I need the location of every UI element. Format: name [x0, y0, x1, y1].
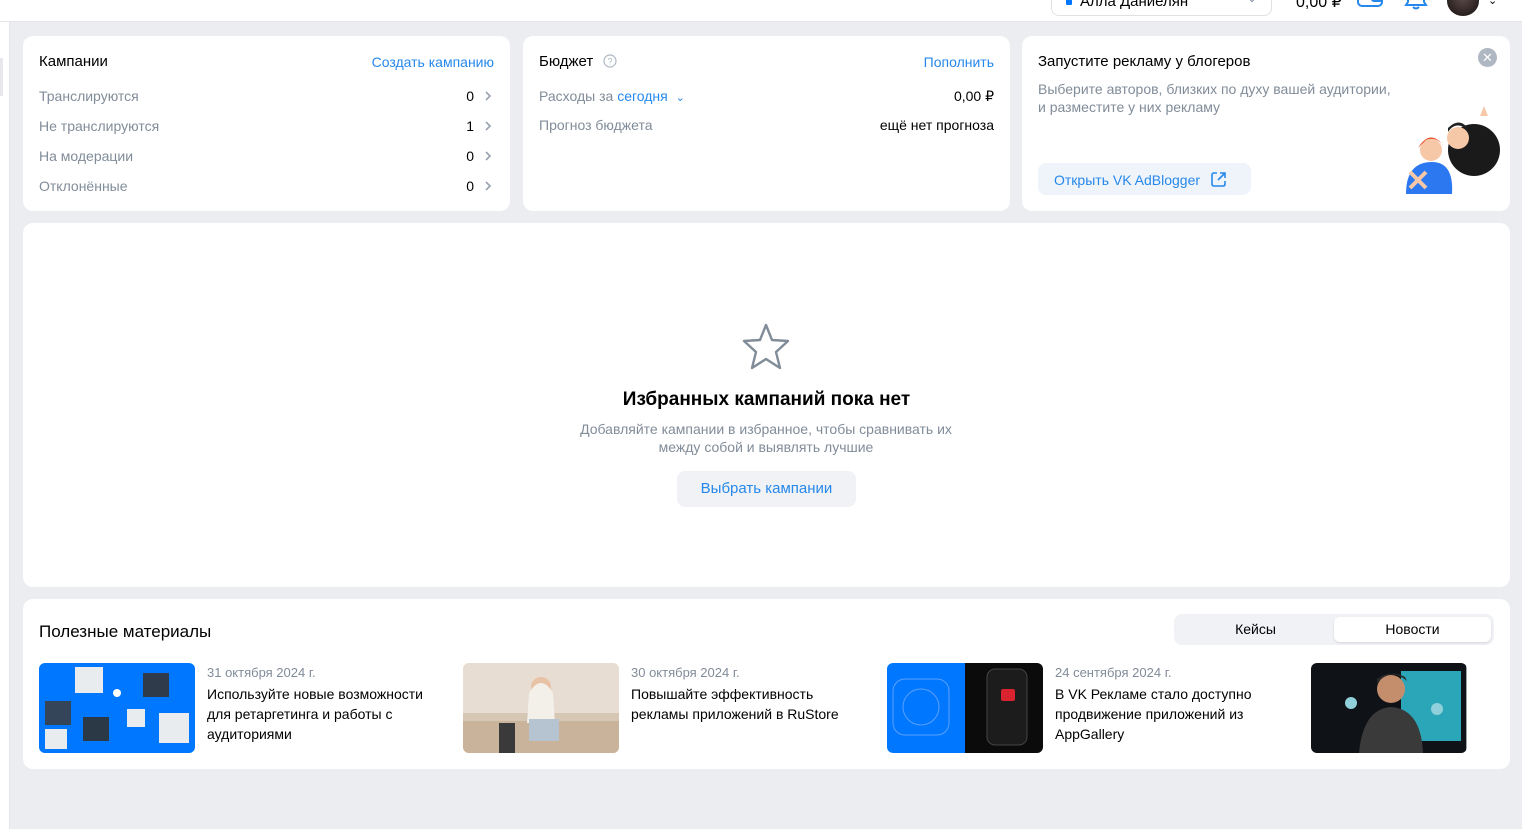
materials-tabs: Кейсы Новости [1174, 614, 1494, 645]
wallet-icon[interactable] [1357, 0, 1383, 12]
status-label: На модерации [39, 148, 134, 164]
news-thumbnail [1311, 663, 1467, 753]
account-selector[interactable]: Алла Даниелян ⌄ [1051, 0, 1272, 16]
star-icon [742, 323, 790, 370]
news-date: 30 октября 2024 г. [631, 665, 740, 680]
favorites-empty-title: Избранных кампаний пока нет [622, 389, 911, 410]
spend-value: 0,00 ₽ [953, 88, 994, 104]
campaign-status-row[interactable]: На модерации 0 [39, 146, 494, 166]
news-thumbnail [463, 663, 619, 753]
open-adblogger-button[interactable]: Открыть VK AdBlogger [1038, 163, 1251, 195]
tab-news[interactable]: Новости [1334, 617, 1491, 642]
favorites-empty-description: Добавляйте кампании в избранное, чтобы с… [560, 420, 972, 456]
materials-title: Полезные материалы [39, 622, 212, 641]
topup-link[interactable]: Пополнить [924, 54, 994, 70]
budget-title: Бюджет ? [539, 53, 618, 70]
forecast-label: Прогноз бюджета [539, 117, 653, 133]
tab-cases[interactable]: Кейсы [1177, 617, 1334, 642]
svg-text:?: ? [608, 57, 613, 67]
forecast-value: ещё нет прогноза [879, 117, 994, 133]
bloggers-line: Выберите авторов, близких по духу вашей … [1038, 81, 1391, 97]
campaign-status-row[interactable]: Не транслируются 1 [39, 116, 494, 136]
chevron-down-icon: ⌄ [675, 92, 685, 104]
news-title: Повышайте эффективность рекламы приложен… [631, 686, 839, 722]
status-count: 0 [466, 178, 474, 194]
header-balance[interactable]: 0,00 ₽ [1296, 0, 1342, 12]
bell-icon[interactable] [1403, 0, 1429, 12]
favorites-card: Избранных кампаний пока нет Добавляйте к… [23, 223, 1510, 587]
status-count: 0 [466, 88, 474, 104]
news-title: Используйте новые возможности для ретарг… [207, 686, 423, 742]
news-title: В VK Рекламе стало доступно продвижение … [1055, 686, 1252, 742]
chevron-down-icon[interactable]: ⌄ [1488, 0, 1497, 7]
chevron-down-icon: ⌄ [1247, 0, 1257, 5]
favorites-line: Добавляйте кампании в избранное, чтобы с… [580, 421, 952, 437]
close-icon[interactable]: ✕ [1478, 48, 1497, 67]
period-value: сегодня [617, 88, 668, 104]
spend-row: Расходы за сегодня ⌄ 0,00 ₽ [539, 88, 994, 104]
status-label: Транслируются [39, 88, 139, 104]
bloggers-illustration [1406, 106, 1500, 194]
status-label: Не транслируются [39, 118, 160, 134]
news-thumbnail [887, 663, 1043, 753]
budget-card: Бюджет ? Пополнить Расходы за сегодня ⌄ … [523, 36, 1010, 211]
top-header: Алла Даниелян ⌄ 0,00 ₽ ⌄ [0, 0, 1522, 22]
favorites-line: между собой и выявлять лучшие [658, 439, 874, 455]
open-adblogger-label: Открыть VK AdBlogger [1054, 172, 1201, 188]
account-dot-icon [1066, 0, 1072, 6]
budget-title-text: Бюджет [539, 53, 594, 70]
news-date: 31 октября 2024 г. [207, 665, 316, 680]
campaigns-card: Кампании Создать кампанию Транслируются … [23, 36, 510, 211]
status-count: 1 [466, 118, 474, 134]
chevron-right-icon [485, 91, 492, 101]
bloggers-title: Запустите рекламу у блогеров [1038, 53, 1251, 70]
sidebar-item[interactable] [0, 58, 3, 96]
bloggers-line: и разместите у них рекламу [1038, 99, 1221, 115]
chevron-right-icon [485, 151, 492, 161]
status-label: Отклонённые [39, 178, 128, 194]
left-sidebar [0, 22, 10, 829]
campaigns-title: Кампании [39, 53, 108, 70]
status-count: 0 [466, 148, 474, 164]
create-campaign-link[interactable]: Создать кампанию [372, 54, 494, 70]
forecast-row: Прогноз бюджета ещё нет прогноза [539, 117, 994, 133]
news-thumbnail [39, 663, 195, 753]
spend-label: Расходы за [539, 88, 614, 104]
choose-campaigns-button[interactable]: Выбрать кампании [677, 471, 856, 507]
account-name: Алла Даниелян [1080, 0, 1189, 10]
chevron-right-icon [485, 121, 492, 131]
help-icon[interactable]: ? [603, 54, 618, 68]
campaign-status-row[interactable]: Транслируются 0 [39, 86, 494, 106]
chevron-right-icon [485, 181, 492, 191]
avatar[interactable] [1447, 0, 1479, 16]
campaign-status-row[interactable]: Отклонённые 0 [39, 176, 494, 196]
external-link-icon [1211, 172, 1226, 187]
period-selector[interactable]: сегодня ⌄ [617, 88, 685, 104]
carousel-fade [1466, 660, 1510, 760]
news-date: 24 сентября 2024 г. [1055, 665, 1172, 680]
bloggers-description: Выберите авторов, близких по духу вашей … [1038, 80, 1391, 116]
